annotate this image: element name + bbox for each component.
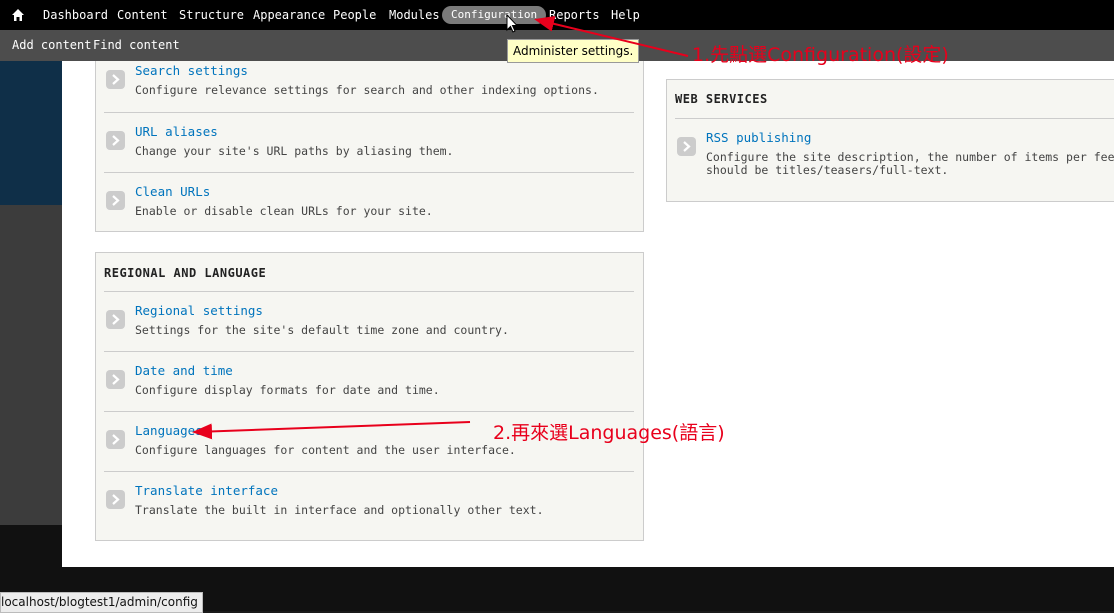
menu-item-configuration[interactable]: Configuration [442,6,547,24]
item-description: should be titles/teasers/full-text. [706,163,949,177]
list-item: Search settings Configure relevance sett… [104,61,634,112]
annotation-step1: 1.先點選Configuration(設定) [692,44,949,66]
panel-title: WEB SERVICES [675,92,768,106]
find-content-link[interactable]: Find content [93,38,180,52]
browser-statusbar: localhost/blogtest1/admin/config [0,592,203,613]
expand-button[interactable] [106,430,125,449]
menu-item-structure[interactable]: Structure [170,6,253,24]
expand-button[interactable] [106,310,125,329]
item-description: Configure languages for content and the … [135,443,516,457]
page-content: Search settings Configure relevance sett… [62,61,1114,567]
annotation-step2: 2.再來選Languages(語言) [493,422,725,444]
menu-item-appearance[interactable]: Appearance [244,6,334,24]
admin-toolbar: Dashboard Content Structure Appearance P… [0,0,1114,30]
item-link[interactable]: RSS publishing [706,130,811,145]
web-services-panel: WEB SERVICES RSS publishing Configure th… [666,79,1114,202]
item-link[interactable]: Translate interface [135,483,278,498]
expand-button[interactable] [106,370,125,389]
regional-language-panel: REGIONAL AND LANGUAGE Regional settings … [95,252,644,541]
item-description: Configure display formats for date and t… [135,383,440,397]
menu-item-reports[interactable]: Reports [540,6,609,24]
item-link[interactable]: Regional settings [135,303,263,318]
expand-button[interactable] [106,191,125,210]
expand-button[interactable] [106,131,125,150]
item-description: Configure the site description, the numb… [706,150,1114,164]
item-description: Settings for the site's default time zon… [135,323,509,337]
list-item: URL aliases Change your site's URL paths… [104,112,634,172]
menu-item-help[interactable]: Help [602,6,649,24]
item-link[interactable]: Date and time [135,363,233,378]
menu-item-content[interactable]: Content [108,6,177,24]
background-strip [0,61,62,205]
list-item: RSS publishing Configure the site descri… [675,118,1114,178]
menu-item-dashboard[interactable]: Dashboard [34,6,117,24]
list-item: Date and time Configure display formats … [104,351,634,411]
languages-link[interactable]: Languages [135,423,203,438]
list-item: Regional settings Settings for the site'… [104,291,634,351]
mouse-cursor-icon [506,13,519,34]
item-description: Change your site's URL paths by aliasing… [135,144,454,158]
background-strip [62,567,1114,611]
home-icon[interactable] [10,7,26,23]
background-strip [0,205,62,525]
add-content-link[interactable]: Add content [12,38,91,52]
expand-button[interactable] [106,70,125,89]
search-metadata-panel: Search settings Configure relevance sett… [95,61,644,232]
list-item: Clean URLs Enable or disable clean URLs … [104,172,634,232]
tooltip: Administer settings. [507,39,640,63]
item-link[interactable]: Search settings [135,63,248,78]
panel-title: REGIONAL AND LANGUAGE [104,266,267,280]
expand-button[interactable] [106,490,125,509]
item-description: Enable or disable clean URLs for your si… [135,204,433,218]
item-link[interactable]: Clean URLs [135,184,210,199]
menu-item-modules[interactable]: Modules [380,6,449,24]
expand-button[interactable] [677,137,696,156]
menu-item-people[interactable]: People [324,6,385,24]
list-item: Translate interface Translate the built … [104,471,634,531]
item-description: Translate the built in interface and opt… [135,503,544,517]
item-description: Configure relevance settings for search … [135,83,599,97]
item-link[interactable]: URL aliases [135,124,218,139]
